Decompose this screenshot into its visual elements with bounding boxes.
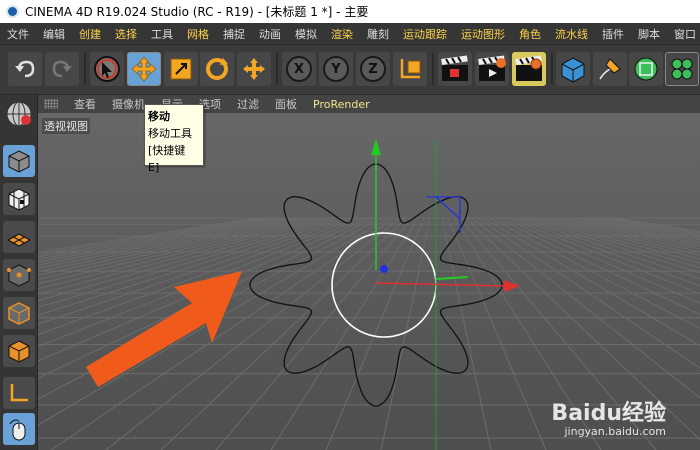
- coordinate-system-button[interactable]: [393, 52, 427, 86]
- tooltip-name: 移动工具: [148, 127, 192, 140]
- cube-object-button[interactable]: [556, 52, 590, 86]
- watermark-logo: Baidu经验: [551, 401, 666, 426]
- z-axis-label: Z: [360, 56, 386, 82]
- clapperboard-gear-icon: [515, 55, 542, 81]
- edges-cube-icon: [8, 302, 30, 325]
- tweak-mode-button[interactable]: [3, 413, 35, 445]
- cloner-icon: [671, 58, 693, 80]
- menu-item-4[interactable]: 工具: [144, 26, 180, 42]
- x-axis-label: X: [286, 56, 312, 82]
- toolbar-separator: [551, 53, 553, 85]
- points-cube-icon: [7, 264, 31, 287]
- globe-icon: [6, 101, 32, 127]
- viewport-menu-view[interactable]: 查看: [66, 96, 104, 112]
- mouse-icon: [9, 419, 26, 441]
- tooltip-title: 移动: [148, 110, 170, 123]
- coordinate-system-icon: [400, 59, 421, 79]
- perspective-viewport[interactable]: 透视视图 Baidu经验 jingyan.baidu.com: [38, 113, 700, 450]
- viewport-label: 透视视图: [42, 118, 90, 134]
- transform-icon: [243, 58, 265, 80]
- rotate-tool-button[interactable]: [200, 52, 234, 86]
- render-settings-button[interactable]: [512, 52, 546, 86]
- toolbar-separator: [432, 53, 434, 85]
- move-tool-tooltip: 移动 移动工具 [快捷键 E]: [144, 104, 204, 174]
- viewport-menu-bar: 查看 摄像机 显示 选项 过滤 面板 ProRender: [38, 95, 700, 113]
- render-view-button[interactable]: [438, 52, 472, 86]
- redo-button[interactable]: [45, 52, 79, 86]
- scale-icon: [170, 58, 192, 80]
- points-mode-button[interactable]: [3, 259, 35, 291]
- model-cube-icon: [8, 150, 30, 173]
- watermark-site: jingyan.baidu.com: [564, 425, 666, 438]
- menu-item-8[interactable]: 模拟: [288, 26, 324, 42]
- edges-mode-button[interactable]: [3, 297, 35, 329]
- watermark: Baidu经验 jingyan.baidu.com: [551, 395, 666, 438]
- cinema4d-logo-icon: [6, 5, 19, 18]
- toolbar-separator: [84, 53, 86, 85]
- menu-item-6[interactable]: 捕捉: [216, 26, 252, 42]
- menu-item-12[interactable]: 运动图形: [454, 26, 512, 42]
- scale-tool-button[interactable]: [164, 52, 198, 86]
- main-toolbar: X Y Z: [0, 45, 700, 95]
- clapperboard-play-icon: [478, 55, 506, 81]
- cloner-button[interactable]: [665, 52, 699, 86]
- axis-mode-button[interactable]: [3, 377, 35, 409]
- menu-item-11[interactable]: 运动跟踪: [396, 26, 454, 42]
- menu-item-7[interactable]: 动画: [252, 26, 288, 42]
- pen-spline-button[interactable]: [593, 52, 627, 86]
- undo-icon: [15, 60, 35, 78]
- z-axis-lock-button[interactable]: Z: [356, 52, 390, 86]
- live-selection-button[interactable]: [90, 52, 124, 86]
- menu-item-0[interactable]: 文件: [0, 26, 36, 42]
- viewport-menu-filter[interactable]: 过滤: [229, 96, 267, 112]
- transform-tool-button[interactable]: [237, 52, 271, 86]
- rotate-icon: [206, 58, 228, 80]
- live-selection-icon: [94, 56, 120, 82]
- menu-item-9[interactable]: 渲染: [324, 26, 360, 42]
- checker-cube-icon: [8, 188, 30, 211]
- cube-icon: [561, 57, 585, 83]
- move-tool-button[interactable]: [127, 52, 161, 86]
- workplane-mode-button[interactable]: [3, 221, 35, 253]
- menu-item-1[interactable]: 编辑: [36, 26, 72, 42]
- menu-bar: 文件 编辑 创建 选择 工具 网格 捕捉 动画 模拟 渲染 雕刻 运动跟踪 运动图形 角色 流水线 插件 脚本窗…: [0, 23, 700, 45]
- menu-item-17[interactable]: 窗口: [667, 26, 700, 42]
- polygons-cube-icon: [8, 340, 30, 363]
- subdivision-icon: [634, 57, 658, 81]
- menu-item-2[interactable]: 创建: [72, 26, 108, 42]
- clapperboard-icon: [441, 55, 468, 81]
- polygons-mode-button[interactable]: [3, 335, 35, 367]
- toolbar-separator: [276, 53, 278, 85]
- x-axis-lock-button[interactable]: X: [282, 52, 316, 86]
- menu-item-3[interactable]: 选择: [108, 26, 144, 42]
- z-axis-handle[interactable]: [380, 265, 388, 273]
- redo-icon: [52, 60, 72, 78]
- title-bar: CINEMA 4D R19.024 Studio (RC - R19) - [未…: [0, 0, 700, 23]
- grid-plane-icon: [6, 233, 32, 247]
- viewport-menu-prorender[interactable]: ProRender: [305, 98, 378, 111]
- axis-icon: [10, 384, 28, 402]
- window-title: CINEMA 4D R19.024 Studio (RC - R19) - [未…: [25, 5, 369, 19]
- make-editable-button[interactable]: [3, 98, 35, 130]
- y-axis-label: Y: [323, 56, 349, 82]
- tooltip-shortcut: [快捷键 E]: [148, 144, 186, 174]
- menu-item-16[interactable]: 脚本: [631, 26, 667, 42]
- menu-item-10[interactable]: 雕刻: [360, 26, 396, 42]
- texture-mode-button[interactable]: [3, 183, 35, 215]
- menu-item-15[interactable]: 插件: [595, 26, 631, 42]
- viewport-menu-panel[interactable]: 面板: [267, 96, 305, 112]
- menu-item-14[interactable]: 流水线: [548, 26, 595, 42]
- model-mode-button[interactable]: [3, 145, 35, 177]
- move-icon: [131, 56, 157, 82]
- pen-icon: [599, 58, 621, 80]
- menu-item-5[interactable]: 网格: [180, 26, 216, 42]
- menu-item-13[interactable]: 角色: [512, 26, 548, 42]
- panel-grip-icon[interactable]: [44, 99, 58, 109]
- subdivision-surface-button[interactable]: [629, 52, 663, 86]
- undo-button[interactable]: [8, 52, 42, 86]
- render-to-picture-viewer-button[interactable]: [475, 52, 509, 86]
- y-axis-lock-button[interactable]: Y: [319, 52, 353, 86]
- left-sidebar: [0, 95, 38, 450]
